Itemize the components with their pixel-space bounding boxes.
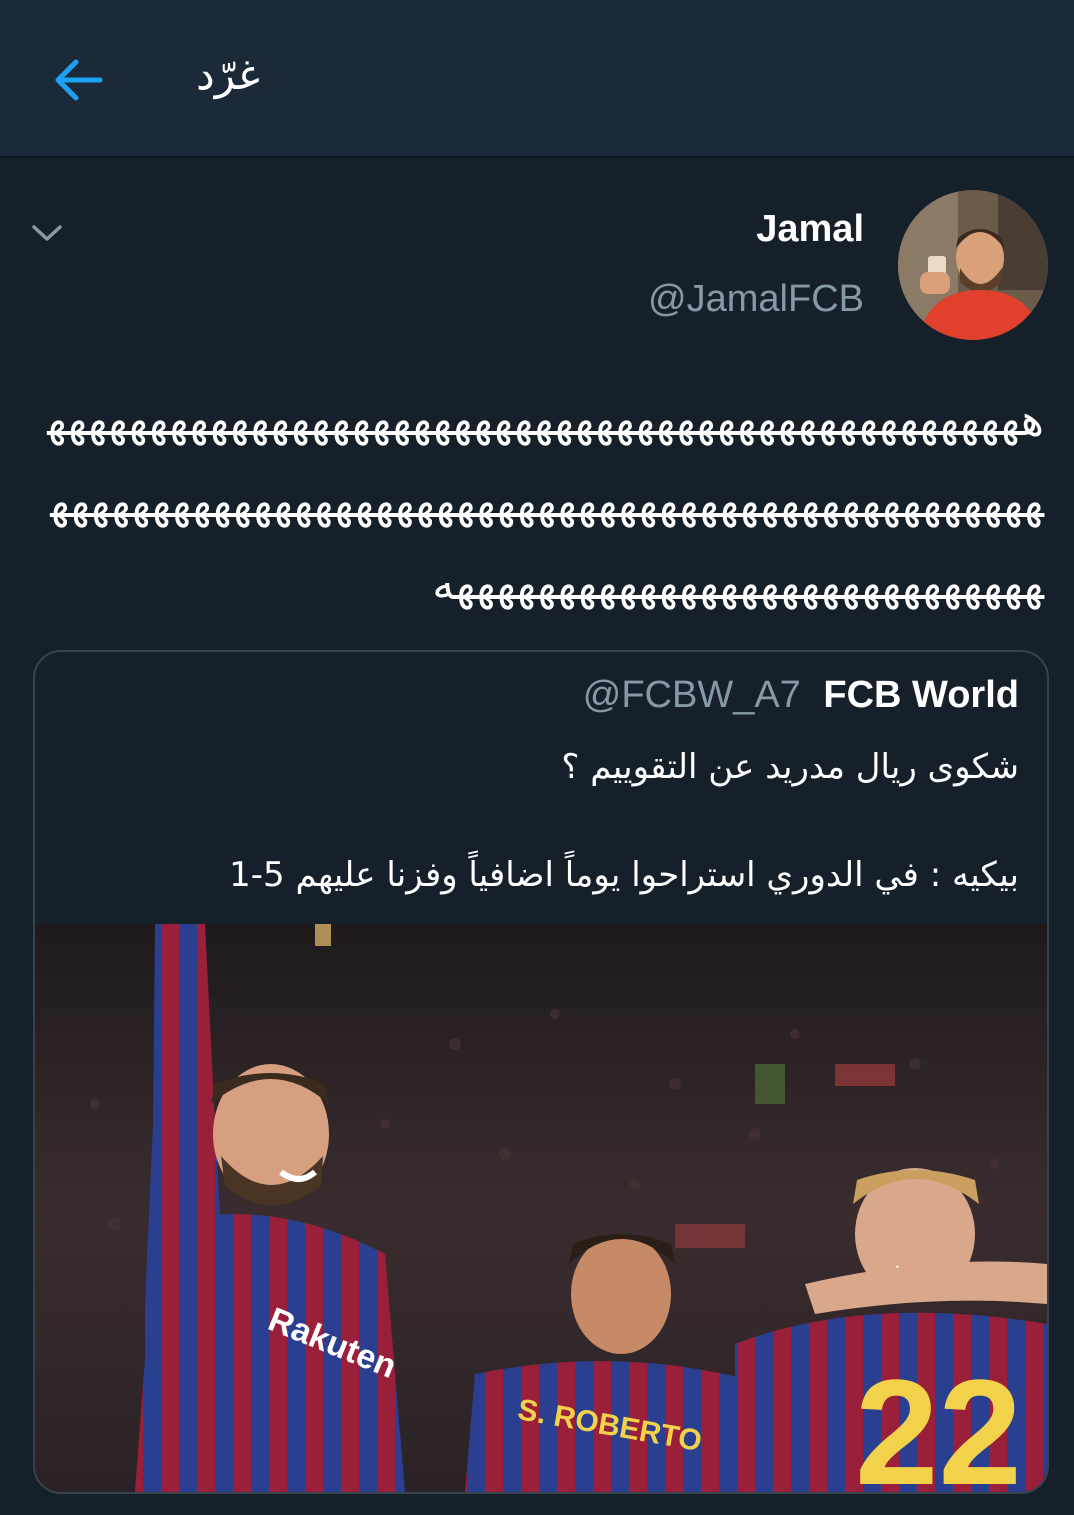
quoted-user-handle: @FCBW_A7 <box>582 674 801 716</box>
top-bar: غرّد <box>0 0 1074 158</box>
quoted-tweet-text: شكوى ريال مدريد عن التقوييم ؟ بيكيه : في… <box>229 747 1019 895</box>
back-button[interactable] <box>40 42 116 118</box>
tweet-detail-screen: غرّد Jamal @JamalFCB ههههههههههههههههههه… <box>0 0 1074 1515</box>
quoted-display-name: FCB World <box>823 674 1019 716</box>
football-celebration-image: Rakuten S. ROBERTO 22 <box>35 924 1047 1492</box>
page-title: غرّد <box>196 50 260 99</box>
tweet-menu-button[interactable] <box>26 212 68 254</box>
user-handle[interactable]: @JamalFCB <box>648 278 864 321</box>
avatar-photo <box>898 190 1048 340</box>
quoted-tweet-card[interactable]: @FCBW_A7 FCB World شكوى ريال مدريد عن ال… <box>33 650 1049 1494</box>
avatar[interactable] <box>898 190 1048 340</box>
tweet-text: هههههههههههههههههههههههههههههههههههههههه… <box>47 395 1045 610</box>
quoted-tweet-photo[interactable]: Rakuten S. ROBERTO 22 <box>35 924 1047 1492</box>
chevron-down-icon <box>32 225 62 241</box>
svg-text:22: 22 <box>855 1348 1022 1492</box>
arrow-left-icon <box>55 59 103 101</box>
display-name[interactable]: Jamal <box>756 208 864 251</box>
quoted-tweet-header: @FCBW_A7 FCB World <box>583 674 1019 717</box>
